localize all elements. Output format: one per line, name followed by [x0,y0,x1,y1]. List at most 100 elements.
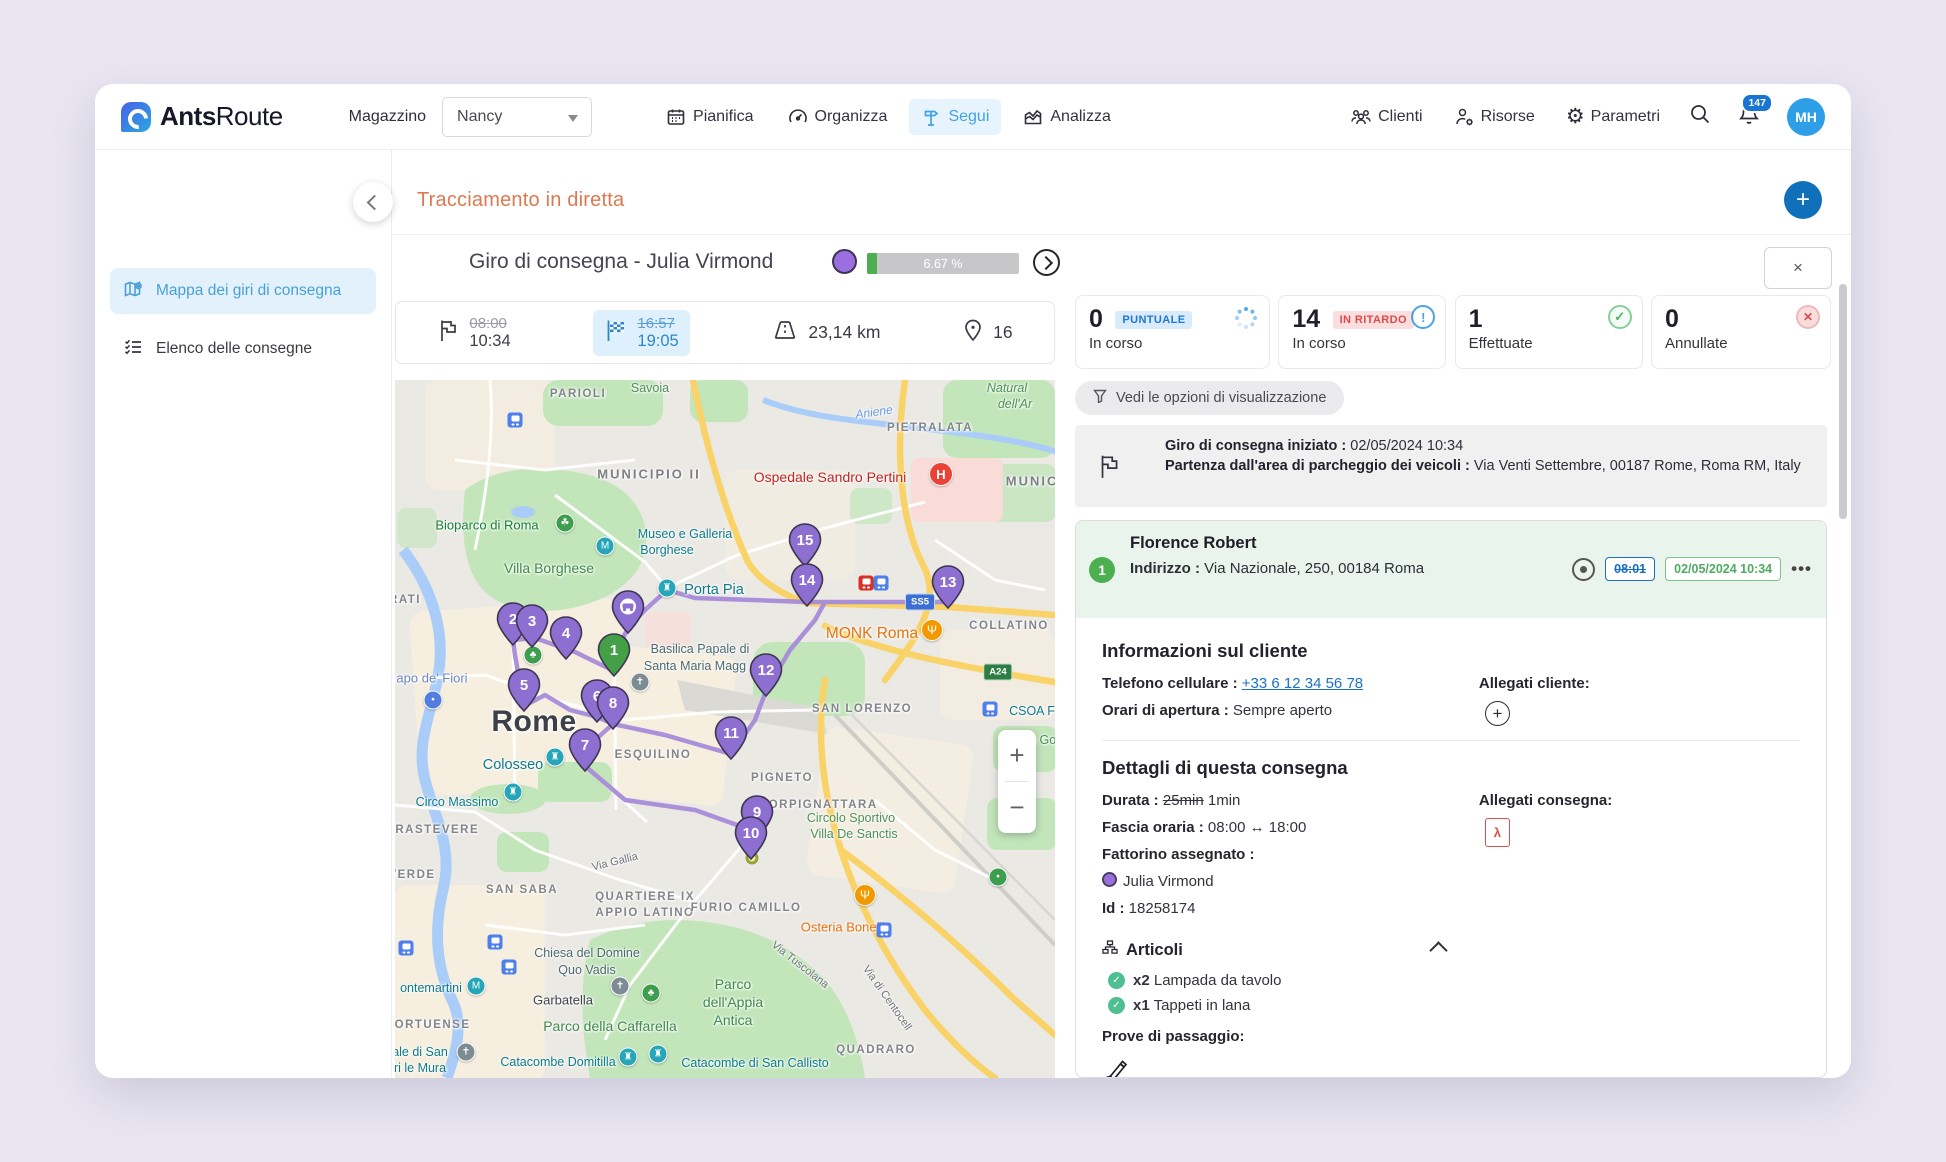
map-poi-icon[interactable]: ♣ [642,984,661,1003]
stop-marker-4[interactable]: 4 [549,616,583,665]
map-poi-icon[interactable]: • [989,868,1008,887]
tab-organizza[interactable]: Organizza [776,99,900,135]
map-poi-icon[interactable]: • [424,691,443,710]
svg-text:11: 11 [723,725,739,742]
section-divider [1102,740,1800,741]
sidebar-item-elenco-consegne[interactable]: Elenco delle consegne [110,326,376,372]
add-button[interactable]: + [1784,181,1822,219]
svg-text:8: 8 [609,695,617,712]
status-card-effettuate[interactable]: 1 ✓ Effettuate [1455,295,1643,369]
warehouse-select[interactable]: Nancy [442,97,592,137]
close-panel-button[interactable]: × [1764,247,1832,289]
tab-label: Segui [948,108,989,126]
stop-marker-11[interactable]: 11 [714,716,748,765]
brand-name: AntsRoute [160,101,283,132]
brand-logo[interactable]: AntsRoute [121,101,283,132]
map-label: Santa Maria Magg [644,659,746,673]
transit-station-icon[interactable] [877,923,892,938]
stop-marker-5[interactable]: 5 [507,668,541,717]
stop-marker-7[interactable]: 7 [568,728,602,777]
next-tour-button[interactable] [1033,249,1060,276]
right-scrollbar[interactable] [1839,244,1847,1070]
status-card-annullate[interactable]: 0 ✕ Annullate [1651,295,1831,369]
search-icon[interactable] [1689,103,1711,130]
notifications-bell[interactable]: 147 [1738,103,1760,131]
map-poi-icon[interactable]: M [467,977,486,996]
map-poi-icon[interactable]: M [596,537,615,556]
avatar[interactable]: MH [1787,98,1825,136]
map-poi-icon[interactable]: Ψ [921,619,943,641]
map-poi-icon[interactable]: ✝ [457,1043,476,1062]
pdf-attachment-icon[interactable]: λ [1485,818,1510,847]
tab-segui[interactable]: Segui [909,99,1001,135]
map-poi-icon[interactable]: ♜ [504,783,523,802]
map-label: MUNICIPI [1006,474,1055,489]
status-card-puntuale[interactable]: 0 PUNTUALE In corso [1075,295,1270,369]
sidebar: Mappa dei giri di consegna Elenco delle … [95,150,392,1078]
sidebar-item-mappa-giri[interactable]: Mappa dei giri di consegna [110,268,376,314]
more-menu-icon[interactable]: ••• [1791,559,1812,579]
map-poi-icon[interactable]: ♜ [658,579,677,598]
planned-start: 08:00 [469,315,510,332]
stop-marker-10[interactable]: 10 [734,816,768,865]
back-button[interactable] [353,182,393,222]
locate-icon[interactable] [1572,558,1595,581]
map-poi-icon[interactable]: ♜ [649,1045,668,1064]
status-value: 1 [1469,306,1483,332]
transit-station-icon[interactable] [859,576,874,591]
map-poi-icon[interactable]: ✝ [631,673,650,692]
planned-time-chip[interactable]: 08:01 [1605,557,1655,581]
phone-link[interactable]: +33 6 12 34 56 78 [1242,675,1363,692]
map-poi-icon[interactable]: ♜ [619,1048,638,1067]
status-card-ritardo[interactable]: 14 IN RITARDO ! In corso [1278,295,1446,369]
menu-parametri[interactable]: ⚙ Parametri [1564,103,1662,131]
calendar-icon [666,107,686,127]
map-poi-icon[interactable]: ♜ [546,748,565,767]
delivery-body: Informazioni sul cliente Telefono cellul… [1076,618,1826,1078]
stop-marker-13[interactable]: 13 [931,565,965,614]
zoom-out-button[interactable]: − [998,782,1036,833]
tab-analizza[interactable]: Analizza [1011,99,1122,135]
delivery-header[interactable]: 1 Florence Robert Indirizzo : Via Nazion… [1076,521,1826,618]
app-window: AntsRoute Magazzino Nancy Pianifica Orga… [0,0,1946,1162]
scrollbar-thumb[interactable] [1839,284,1847,519]
zoom-in-button[interactable]: + [998,730,1036,781]
stop-marker-12[interactable]: 12 [749,653,783,702]
cancel-icon: ✕ [1796,305,1820,329]
chevron-left-icon [367,194,383,210]
menu-clienti[interactable]: Clienti [1348,103,1424,131]
map-poi-icon[interactable]: H [929,462,953,486]
tour-progress-bar[interactable]: 6.67 % [867,253,1019,274]
map-poi-icon[interactable]: Ψ [854,884,876,906]
view-options-filter[interactable]: Vedi le opzioni di visualizzazione [1075,381,1344,415]
tab-pianifica[interactable]: Pianifica [654,99,765,135]
transit-station-icon[interactable] [508,413,523,428]
departure-label: Partenza dall'area di parcheggio dei vei… [1165,458,1470,474]
menu-label: Clienti [1378,108,1422,126]
signpost-icon [921,107,941,127]
planned-end: 16:57 [637,315,678,332]
vehicle-marker[interactable] [611,590,645,639]
gear-icon: ⚙ [1566,107,1585,127]
signature-icon[interactable] [1102,1057,1800,1078]
map-poi-icon[interactable]: ☘ [556,514,575,533]
map-poi-icon[interactable]: ✝ [611,977,630,996]
stop-marker-14[interactable]: 14 [790,563,824,612]
transit-station-icon[interactable] [488,935,503,950]
transit-station-icon[interactable] [502,960,517,975]
add-attachment-button[interactable]: + [1485,701,1510,726]
actual-time-chip[interactable]: 02/05/2024 10:34 [1665,557,1781,581]
stop-marker-1[interactable]: 1 [597,633,631,682]
collapse-icon[interactable] [1429,941,1447,959]
duration-line: Durata : 25min 1min [1102,791,1479,810]
stop-marker-3[interactable]: 3 [515,604,549,653]
stat-stops: 16 [963,318,1012,348]
map-canvas[interactable]: PARIOLISavoiaNaturaldell'ArAnienePIETRAL… [395,380,1055,1078]
status-badge: IN RITARDO [1333,311,1414,329]
map-label: APPIO LATINO [596,907,695,919]
customer-address: Indirizzo : Via Nazionale, 250, 00184 Ro… [1130,559,1430,579]
menu-risorse[interactable]: Risorse [1452,103,1537,131]
transit-station-icon[interactable] [983,702,998,717]
transit-station-icon[interactable] [874,576,889,591]
transit-station-icon[interactable] [399,941,414,956]
